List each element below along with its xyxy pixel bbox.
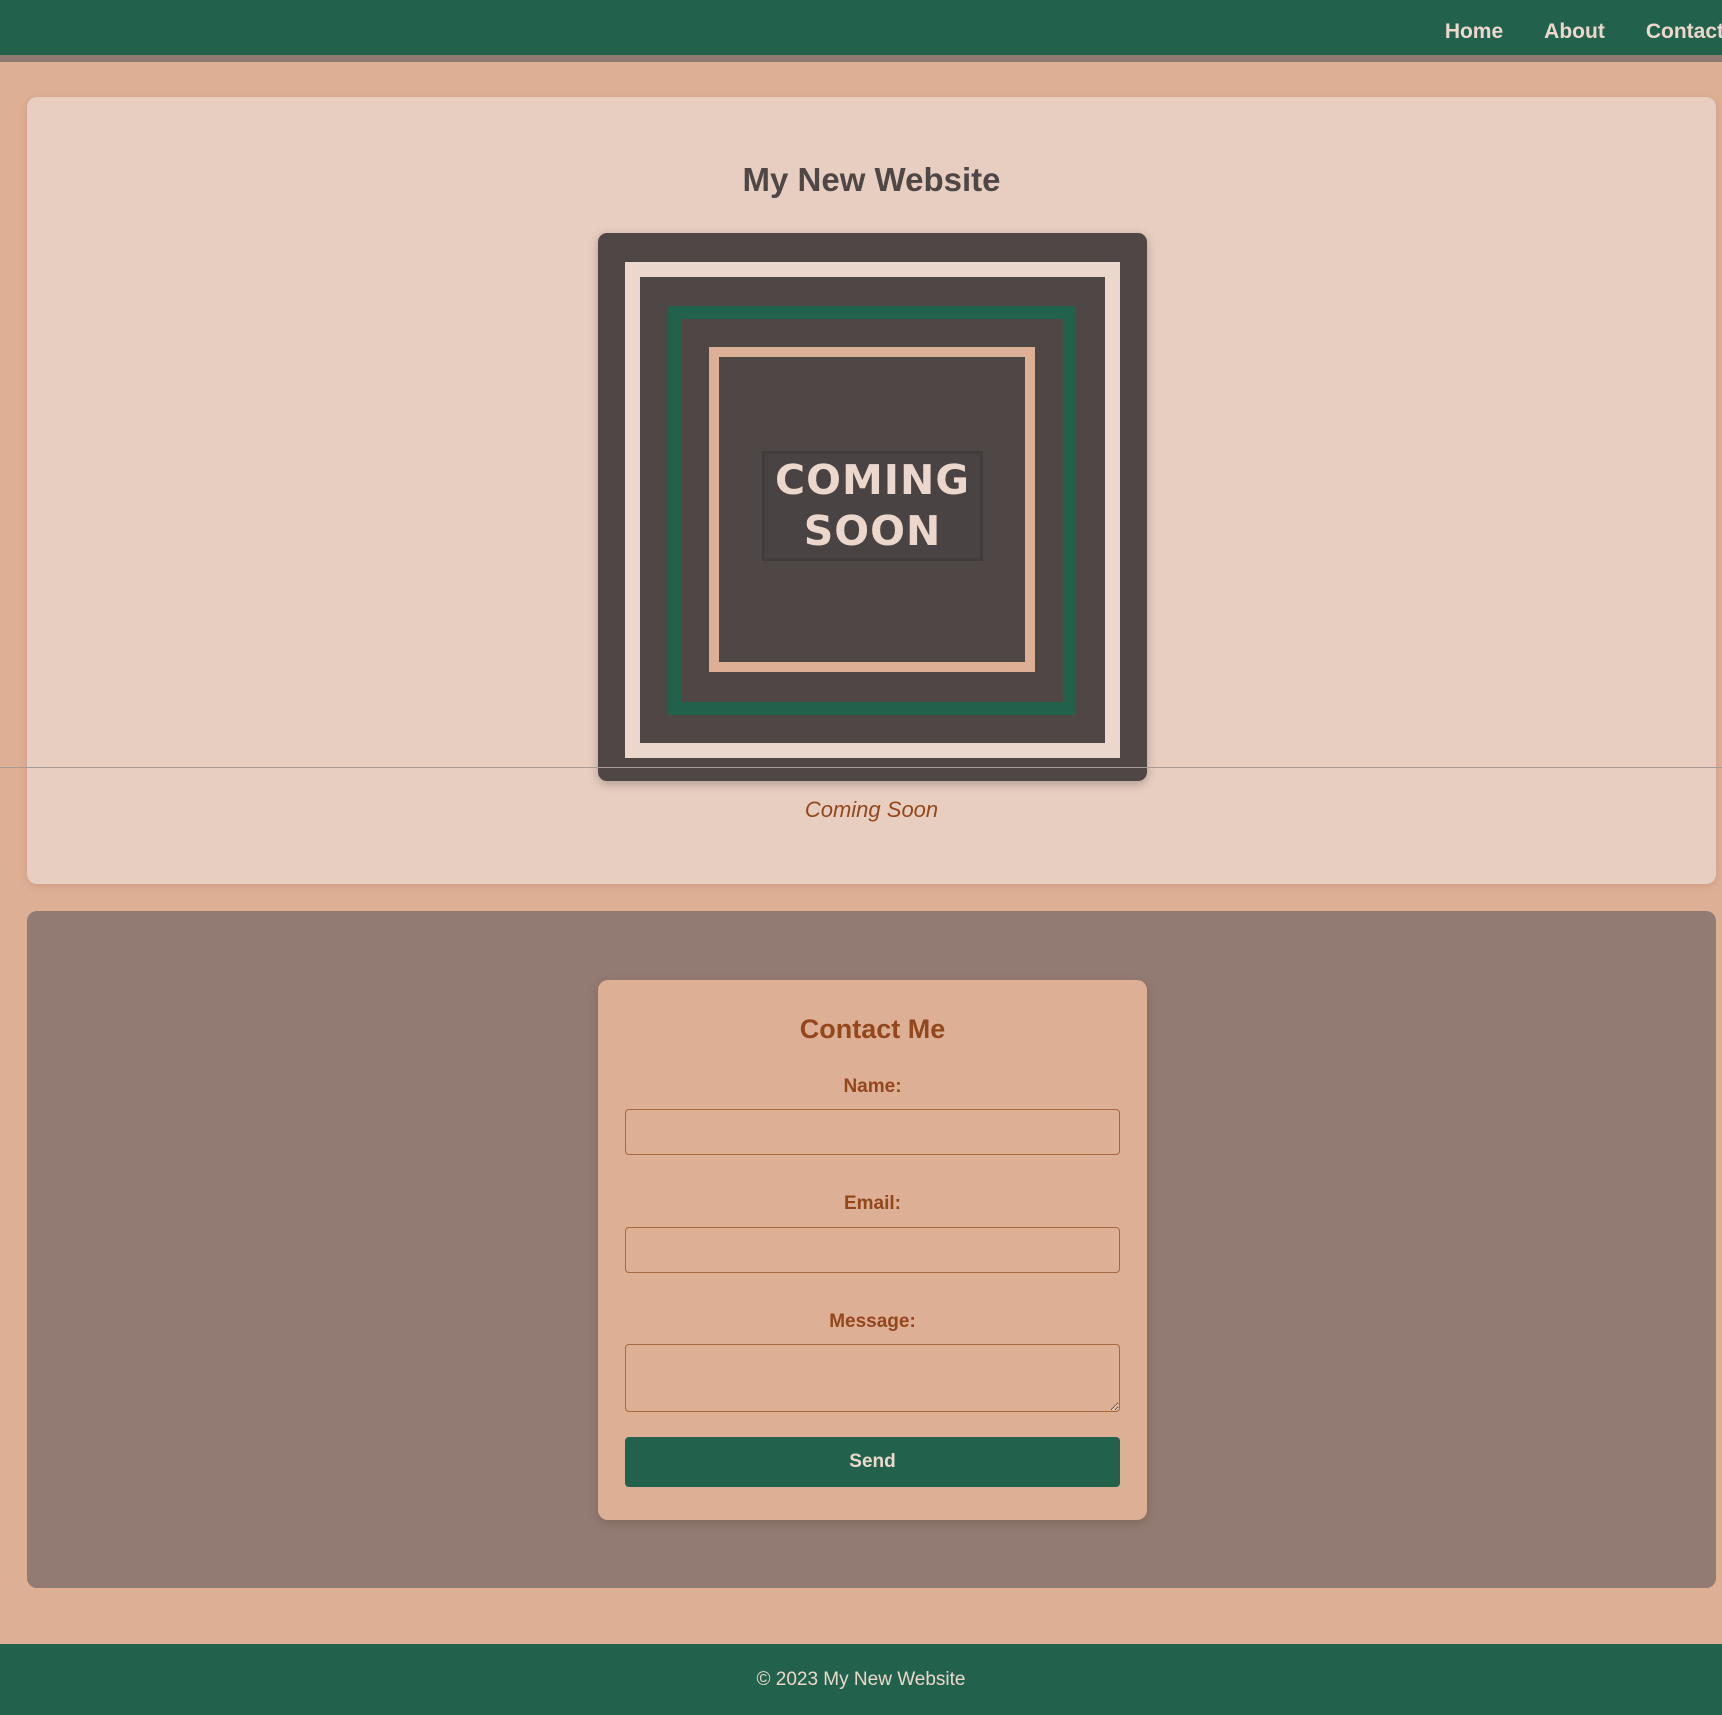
horizontal-divider bbox=[0, 767, 1722, 768]
top-navigation: Home About Contact bbox=[0, 0, 1722, 62]
message-label: Message: bbox=[829, 1311, 916, 1332]
footer: © 2023 My New Website bbox=[0, 1644, 1722, 1715]
contact-section: Contact Me Name: Email: Message: Send bbox=[27, 911, 1716, 1588]
name-field[interactable] bbox=[625, 1109, 1120, 1155]
footer-copyright: © 2023 My New Website bbox=[756, 1669, 966, 1690]
poster-text-line-1: COMING bbox=[775, 456, 970, 504]
contact-form: Contact Me Name: Email: Message: Send bbox=[598, 980, 1147, 1520]
nav-link-home[interactable]: Home bbox=[1445, 21, 1503, 42]
email-label: Email: bbox=[843, 1193, 902, 1214]
message-field[interactable] bbox=[625, 1344, 1120, 1412]
page-title: My New Website bbox=[742, 161, 1001, 198]
hero-card: My New Website COMING SOON Coming Soon bbox=[27, 97, 1716, 884]
nav-links: Home About Contact bbox=[1445, 0, 1722, 62]
send-button[interactable]: Send bbox=[625, 1437, 1120, 1487]
coming-soon-poster-image: COMING SOON bbox=[598, 233, 1147, 781]
poster-text-line-2: SOON bbox=[803, 507, 942, 555]
poster-caption: Coming Soon bbox=[804, 797, 939, 822]
name-label: Name: bbox=[843, 1076, 902, 1097]
nav-link-contact[interactable]: Contact bbox=[1646, 21, 1722, 42]
email-field[interactable] bbox=[625, 1227, 1120, 1273]
contact-title: Contact Me bbox=[799, 1014, 946, 1044]
poster-text-box: COMING SOON bbox=[762, 451, 983, 561]
nav-link-about[interactable]: About bbox=[1544, 21, 1605, 42]
